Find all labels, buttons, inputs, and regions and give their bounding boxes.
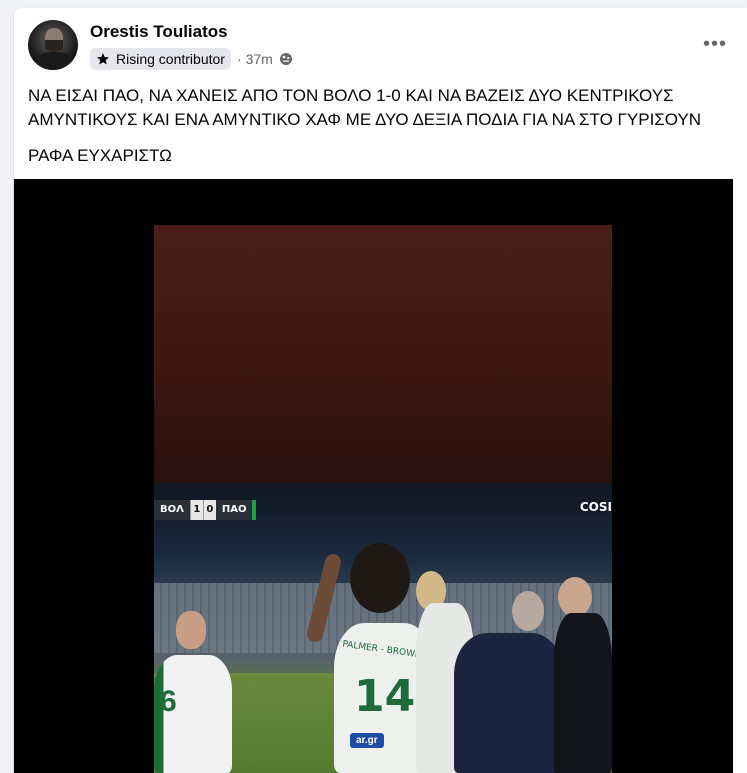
- shirt-sponsor: ar.gr: [350, 733, 384, 748]
- post-header: Orestis Touliatos Rising contributor · 3…: [14, 8, 747, 74]
- post-text-line-1: ΝΑ ΕΙΣΑΙ ΠΑΟ, ΝΑ ΧΑΝΕΙΣ ΑΠΟ ΤΟΝ ΒΟΛΟ 1-0…: [28, 86, 702, 129]
- away-team: ΠΑΟ: [215, 500, 253, 520]
- post-text: ΝΑ ΕΙΣΑΙ ΠΑΟ, ΝΑ ΧΑΝΕΙΣ ΑΠΟ ΤΟΝ ΒΟΛΟ 1-0…: [28, 84, 740, 180]
- more-options-button[interactable]: •••: [697, 26, 733, 62]
- player-14-hair: [350, 543, 410, 613]
- player-6-number: 6: [160, 685, 177, 718]
- globe-icon[interactable]: [279, 52, 293, 66]
- rising-contributor-badge[interactable]: Rising contributor: [90, 48, 231, 70]
- coach-head: [512, 591, 544, 631]
- star-icon: [96, 52, 110, 66]
- video-frame: ΒΟΛ 1 0 ΠΑΟ COSI 6 PALMER - BROWN 14 ar.…: [154, 225, 612, 773]
- player-6-head: [176, 611, 206, 649]
- video-player[interactable]: ΒΟΛ 1 0 ΠΑΟ COSI 6 PALMER - BROWN 14 ar.…: [14, 179, 733, 773]
- post-meta: Rising contributor · 37m: [90, 48, 293, 70]
- away-score: 0: [202, 500, 216, 520]
- avatar[interactable]: [28, 20, 78, 70]
- avatar-beard: [45, 40, 63, 52]
- home-team: ΒΟΛ: [154, 500, 190, 520]
- post-card: Orestis Touliatos Rising contributor · 3…: [14, 8, 747, 773]
- home-score: 1: [189, 500, 203, 520]
- post-text-line-2: ΡΑΦΑ ΕΥΧΑΡΙΣΤΩ: [28, 146, 172, 165]
- video-blank-area: [154, 225, 612, 483]
- author-name[interactable]: Orestis Touliatos: [90, 22, 228, 42]
- coach-suit: [454, 633, 564, 773]
- official: [554, 613, 612, 773]
- separator-dot: ·: [236, 51, 242, 67]
- avatar-body: [36, 52, 72, 70]
- badge-label: Rising contributor: [116, 51, 225, 67]
- player-14-name: PALMER - BROWN: [341, 639, 423, 661]
- stadium-scene: ΒΟΛ 1 0 ΠΑΟ COSI 6 PALMER - BROWN 14 ar.…: [154, 483, 612, 773]
- official-head: [558, 577, 592, 617]
- player-14-number: 14: [354, 671, 416, 722]
- scoreboard: ΒΟΛ 1 0 ΠΑΟ: [154, 500, 257, 520]
- more-icon: •••: [702, 32, 727, 55]
- player-6: 6: [154, 655, 232, 773]
- team-color-flag: [252, 500, 257, 520]
- post-time[interactable]: 37m: [246, 51, 273, 67]
- broadcaster-logo: COSI: [579, 500, 612, 514]
